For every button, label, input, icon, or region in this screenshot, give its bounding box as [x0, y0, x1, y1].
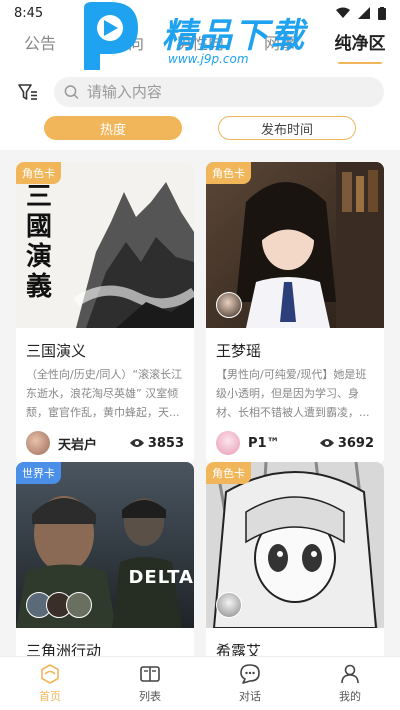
filter-button[interactable]	[16, 80, 40, 104]
author-name: P1™	[248, 435, 280, 451]
chat-bubble-icon	[240, 664, 260, 684]
card-author[interactable]: P1™	[216, 431, 280, 455]
nav-home[interactable]: 首页	[0, 657, 100, 710]
card-author[interactable]: 天岩户	[26, 431, 97, 455]
card-cover: 角色卡	[206, 162, 384, 328]
tab-female[interactable]: 女性向	[80, 26, 160, 66]
card-grid: 三國演義 角色卡 三国演义 （全性向/历史/同人）“滚滚长江东逝水，浪花淘尽英雄…	[0, 150, 400, 656]
card-xiluai[interactable]: 角色卡 希露艾	[206, 462, 384, 656]
status-time: 8:45	[14, 5, 44, 21]
card-title: 希露艾	[216, 642, 262, 656]
card-sanguo[interactable]: 三國演義 角色卡 三国演义 （全性向/历史/同人）“滚滚长江东逝水，浪花淘尽英雄…	[16, 162, 194, 465]
card-avatar-stack	[216, 292, 242, 318]
card-cover: DELTA 世界卡	[16, 462, 194, 628]
card-footer: 天岩户 3853	[16, 427, 194, 465]
card-footer: P1™ 3692	[206, 427, 384, 465]
avatar	[216, 292, 242, 318]
search-row	[0, 76, 400, 108]
battery-icon	[378, 6, 386, 20]
nav-label: 首页	[39, 690, 61, 703]
status-bar: 8:45	[0, 0, 400, 26]
category-tabs: 公告 女性向 男性向 网事 纯净区	[0, 26, 400, 66]
card-cover: 角色卡	[206, 462, 384, 628]
cover-calligraphy: 三國演義	[26, 182, 53, 302]
eye-icon	[129, 439, 144, 447]
card-badge: 角色卡	[206, 462, 251, 484]
card-avatar-stack	[216, 592, 242, 618]
card-avatar-stack	[26, 592, 92, 618]
cover-logo-text: DELTA	[128, 567, 194, 588]
nav-list[interactable]: 列表	[100, 657, 200, 710]
card-wangmengyao[interactable]: 角色卡 王梦瑶 【男性向/可纯爱/现代】她是班级小透明，但是因为学习、身材、长相…	[206, 162, 384, 465]
signal-icon	[358, 7, 370, 19]
card-badge: 角色卡	[16, 162, 61, 184]
view-count-value: 3692	[337, 435, 374, 451]
eye-icon	[319, 439, 334, 447]
card-title: 三角洲行动	[26, 642, 102, 656]
nav-label: 我的	[339, 690, 361, 703]
sort-row: 热度 发布时间	[0, 116, 400, 140]
sort-hot-button[interactable]: 热度	[44, 116, 182, 140]
view-count: 3692	[319, 435, 374, 451]
tab-announcement[interactable]: 公告	[0, 26, 80, 66]
avatar	[66, 592, 92, 618]
bottom-nav: 首页 列表 对话 我的	[0, 656, 400, 710]
card-description: （全性向/历史/同人）“滚滚长江东逝水，浪花淘尽英雄” 汉室倾颓，宦官作乱，黄巾…	[26, 368, 183, 419]
filter-icon	[18, 84, 37, 100]
nav-profile[interactable]: 我的	[300, 657, 400, 710]
nav-label: 列表	[139, 690, 161, 703]
avatar	[216, 431, 240, 455]
tab-male[interactable]: 男性向	[160, 26, 240, 66]
card-badge: 角色卡	[206, 162, 251, 184]
tab-online[interactable]: 网事	[240, 26, 320, 66]
view-count: 3853	[129, 435, 184, 451]
home-icon	[41, 664, 59, 684]
user-icon	[341, 664, 359, 684]
status-icons	[336, 6, 386, 20]
nav-label: 对话	[239, 690, 261, 703]
search-icon	[64, 85, 79, 100]
card-badge: 世界卡	[16, 462, 61, 484]
wifi-icon	[336, 7, 350, 18]
book-icon	[140, 666, 160, 682]
card-description: 【男性向/可纯爱/现代】她是班级小透明，但是因为学习、身材、长相不错被人遭到霸凌…	[216, 368, 370, 419]
card-title: 三国演义	[26, 342, 87, 360]
tab-pure[interactable]: 纯净区	[320, 26, 400, 66]
sort-time-button[interactable]: 发布时间	[218, 116, 356, 140]
card-delta[interactable]: DELTA 世界卡 三角洲行动	[16, 462, 194, 656]
card-cover: 三國演義 角色卡	[16, 162, 194, 328]
search-input[interactable]	[86, 83, 374, 101]
nav-chat[interactable]: 对话	[200, 657, 300, 710]
avatar	[26, 431, 50, 455]
author-name: 天岩户	[58, 437, 98, 453]
search-box[interactable]	[54, 77, 384, 107]
card-title: 王梦瑶	[216, 342, 262, 360]
view-count-value: 3853	[147, 435, 184, 451]
avatar	[216, 592, 242, 618]
